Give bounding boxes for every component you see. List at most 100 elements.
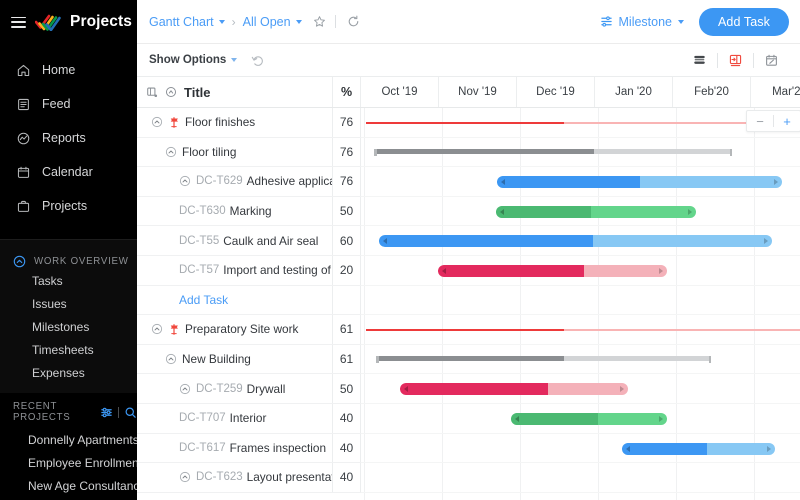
table-row[interactable]: DC-T617 Frames inspection 40: [137, 433, 361, 464]
collapse-chevron-icon[interactable]: [179, 383, 191, 395]
table-row[interactable]: Floor finishes 76: [137, 108, 361, 138]
milestone-line[interactable]: [366, 329, 800, 332]
bar-resize-handle-left[interactable]: [515, 415, 519, 422]
zoom-out-button[interactable]: −: [747, 110, 773, 132]
table-row[interactable]: Add Task: [137, 285, 361, 316]
gantt-task-bar[interactable]: [379, 235, 772, 248]
add-task-link[interactable]: Add Task: [179, 293, 228, 307]
table-row[interactable]: Preparatory Site work 61: [137, 315, 361, 345]
task-percent-cell[interactable]: 40: [333, 433, 361, 463]
task-percent-cell[interactable]: 76: [333, 167, 361, 196]
sidebar-project-employee-enrollment[interactable]: Employee Enrollment: [0, 452, 137, 475]
bar-resize-handle-right[interactable]: [620, 386, 624, 393]
table-row[interactable]: DC-T629Adhesive application76: [137, 167, 361, 197]
bar-resize-handle-left[interactable]: [404, 386, 408, 393]
favorite-button[interactable]: [313, 15, 326, 28]
sidebar-project-donnelly-apartments[interactable]: Donnelly Apartments: [0, 429, 137, 452]
summary-bar[interactable]: [376, 355, 711, 363]
gantt-task-bar[interactable]: [496, 205, 696, 218]
sidebar-item-projects[interactable]: Projects: [0, 193, 137, 219]
hamburger-icon[interactable]: [11, 16, 26, 28]
sidebar-item-issues[interactable]: Issues: [0, 293, 137, 316]
bar-resize-handle-right[interactable]: [659, 415, 663, 422]
table-row[interactable]: Floor tiling 76: [137, 137, 361, 168]
task-name: Floor tiling: [182, 144, 237, 159]
sidebar-item-home[interactable]: Home: [0, 57, 137, 83]
task-name: Floor finishes: [185, 115, 256, 130]
collapse-chevron-icon[interactable]: [179, 175, 191, 187]
undo-icon: [252, 55, 264, 66]
collapse-chevron-icon[interactable]: [151, 323, 163, 335]
collapse-chevron-icon[interactable]: [165, 353, 177, 365]
milestone-filter-button[interactable]: Milestone: [600, 15, 684, 29]
task-percent-cell[interactable]: 20: [333, 255, 361, 285]
table-row[interactable]: DC-T259 Drywall 50: [137, 374, 361, 404]
task-percent-cell[interactable]: 50: [333, 196, 361, 226]
bar-resize-handle-left[interactable]: [442, 267, 446, 274]
bar-resize-handle-right[interactable]: [774, 179, 778, 186]
task-percent-cell[interactable]: 50: [333, 374, 361, 403]
column-chooser-icon[interactable]: [146, 86, 158, 98]
sort-circle-icon[interactable]: [165, 86, 177, 98]
gantt-task-bar[interactable]: [438, 264, 667, 277]
table-row[interactable]: DC-T623Layout presentation40: [137, 463, 361, 493]
sidebar-item-reports[interactable]: Reports: [0, 125, 137, 151]
layers-button[interactable]: [682, 53, 717, 68]
timeline-month: Nov '19: [439, 77, 517, 107]
bar-resize-handle-right[interactable]: [688, 208, 692, 215]
task-percent-cell[interactable]: 61: [333, 315, 361, 344]
bar-resize-handle-right[interactable]: [767, 445, 771, 452]
summary-bar[interactable]: [374, 148, 732, 156]
table-row[interactable]: DC-T55 Caulk and Air seal 60: [137, 226, 361, 256]
sidebar-item-feed[interactable]: Feed: [0, 91, 137, 117]
sidebar-item-tasks[interactable]: Tasks: [0, 270, 137, 293]
task-percent-cell[interactable]: 40: [333, 463, 361, 492]
task-title-cell: Floor tiling: [137, 137, 333, 167]
breadcrumb-all-open[interactable]: All Open: [243, 15, 302, 29]
zoom-in-button[interactable]: +: [774, 110, 800, 132]
task-percent-cell[interactable]: 40: [333, 403, 361, 433]
table-row[interactable]: DC-T630 Marking 50: [137, 196, 361, 227]
breadcrumb-gantt-chart[interactable]: Gantt Chart: [149, 15, 225, 29]
task-percent-cell[interactable]: 76: [333, 108, 361, 137]
task-name: Layout presentation: [246, 470, 332, 485]
bar-resize-handle-left[interactable]: [501, 179, 505, 186]
add-task-button[interactable]: Add Task: [699, 7, 789, 36]
task-percent-cell[interactable]: [333, 285, 361, 315]
bar-resize-handle-left[interactable]: [626, 445, 630, 452]
collapse-chevron-icon[interactable]: [151, 116, 163, 128]
show-options-button[interactable]: Show Options: [149, 54, 238, 66]
column-header-percent[interactable]: %: [333, 77, 361, 107]
gantt-task-bar[interactable]: [400, 383, 628, 396]
bar-resize-handle-left[interactable]: [500, 208, 504, 215]
column-header-title[interactable]: Title: [137, 77, 333, 107]
gantt-task-bar[interactable]: [497, 176, 782, 189]
milestone-line[interactable]: [366, 122, 757, 124]
bar-resize-handle-right[interactable]: [764, 238, 768, 245]
sidebar-work-overview-header[interactable]: WORK OVERVIEW: [0, 252, 137, 270]
gantt-task-bar[interactable]: [511, 412, 667, 425]
task-name: New Building: [182, 352, 251, 367]
refresh-button[interactable]: [347, 15, 360, 28]
search-icon[interactable]: [124, 406, 137, 419]
table-row[interactable]: DC-T57Import and testing of woo..20: [137, 255, 361, 286]
bar-resize-handle-left[interactable]: [383, 238, 387, 245]
collapse-chevron-icon[interactable]: [165, 146, 177, 158]
sidebar-item-expenses[interactable]: Expenses: [0, 362, 137, 385]
sidebar-item-timesheets[interactable]: Timesheets: [0, 339, 137, 362]
split-panel-button[interactable]: [718, 53, 753, 68]
undo-button[interactable]: [251, 54, 264, 67]
sidebar-item-milestones[interactable]: Milestones: [0, 316, 137, 339]
collapse-chevron-icon[interactable]: [179, 471, 191, 483]
filter-icon[interactable]: [100, 406, 113, 419]
table-row[interactable]: DC-T707 Interior 40: [137, 403, 361, 434]
task-percent-cell[interactable]: 76: [333, 137, 361, 167]
gantt-task-bar[interactable]: [622, 442, 775, 455]
task-percent-cell[interactable]: 60: [333, 226, 361, 255]
table-row[interactable]: New Building 61: [137, 344, 361, 375]
bar-resize-handle-right[interactable]: [659, 267, 663, 274]
sidebar-item-calendar[interactable]: Calendar: [0, 159, 137, 185]
calendar-edit-button[interactable]: [754, 53, 789, 68]
sidebar-project-new-age-consultancy[interactable]: New Age Consultancy: [0, 475, 137, 498]
task-percent-cell[interactable]: 61: [333, 344, 361, 374]
